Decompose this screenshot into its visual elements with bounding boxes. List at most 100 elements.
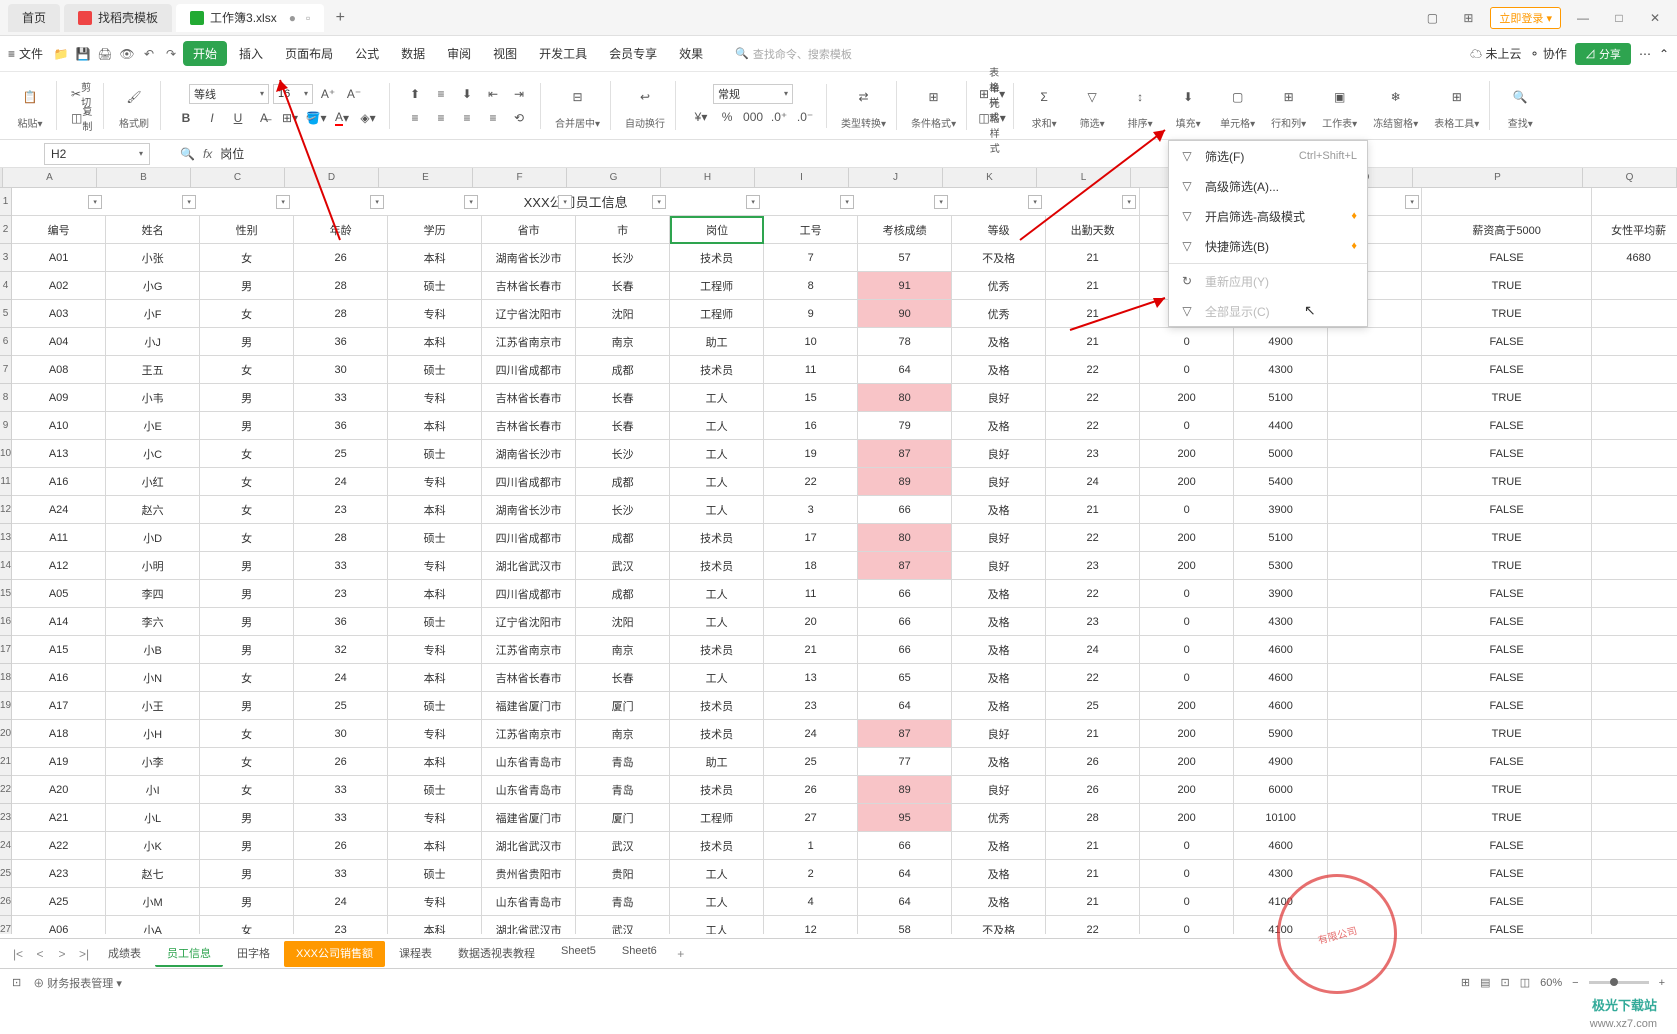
header-cell[interactable]: 编号	[12, 216, 106, 244]
data-cell[interactable]: 专科	[388, 468, 482, 496]
row-header[interactable]: 4	[0, 272, 12, 300]
data-cell[interactable]: 21	[1046, 888, 1140, 916]
indent-dec-icon[interactable]: ⇤	[482, 83, 504, 105]
data-cell[interactable]: 李六	[106, 608, 200, 636]
data-cell[interactable]: 4	[764, 888, 858, 916]
data-cell[interactable]	[1328, 384, 1422, 412]
data-cell[interactable]: 66	[858, 580, 952, 608]
data-cell[interactable]: TRUE	[1422, 804, 1592, 832]
header-cell[interactable]: 考核成绩	[858, 216, 952, 244]
data-cell[interactable]: 长沙	[576, 244, 670, 272]
zoom-slider[interactable]	[1589, 981, 1649, 984]
data-cell[interactable]	[1328, 720, 1422, 748]
data-cell[interactable]: 200	[1140, 552, 1234, 580]
data-cell[interactable]: 0	[1140, 916, 1234, 934]
col-header[interactable]: P	[1413, 168, 1583, 187]
data-cell[interactable]: 良好	[952, 468, 1046, 496]
data-cell[interactable]: 23	[764, 692, 858, 720]
data-cell[interactable]: 21	[1046, 328, 1140, 356]
font-color-icon[interactable]: A▾	[331, 107, 353, 129]
view-page-icon[interactable]: ▤	[1480, 976, 1490, 989]
align-right-icon[interactable]: ≡	[456, 107, 478, 129]
data-cell[interactable]: 王五	[106, 356, 200, 384]
data-cell[interactable]: 23	[294, 496, 388, 524]
data-cell[interactable]: FALSE	[1422, 580, 1592, 608]
view-read-icon[interactable]: ◫	[1520, 976, 1530, 989]
col-header[interactable]: H	[661, 168, 755, 187]
data-cell[interactable]: 山东省青岛市	[482, 776, 576, 804]
border-icon[interactable]: ⊞▾	[279, 107, 301, 129]
data-cell[interactable]: 及格	[952, 412, 1046, 440]
data-cell[interactable]: TRUE	[1422, 272, 1592, 300]
data-cell[interactable]: 23	[294, 580, 388, 608]
data-cell[interactable]: 11	[764, 356, 858, 384]
data-cell[interactable]: 0	[1140, 888, 1234, 916]
data-cell[interactable]: 工人	[670, 468, 764, 496]
condfmt-icon[interactable]: ⊞	[918, 81, 950, 113]
view-normal-icon[interactable]: ⊞	[1461, 976, 1470, 989]
data-cell[interactable]: 小E	[106, 412, 200, 440]
data-cell[interactable]: A24	[12, 496, 106, 524]
data-cell[interactable]: 4600	[1234, 664, 1328, 692]
data-cell[interactable]: 89	[858, 776, 952, 804]
data-cell[interactable]: 优秀	[952, 272, 1046, 300]
data-cell[interactable]: FALSE	[1422, 916, 1592, 934]
row-header[interactable]: 15	[0, 580, 12, 608]
data-cell[interactable]: 专科	[388, 552, 482, 580]
tab-home[interactable]: 首页	[8, 4, 60, 32]
menu-data[interactable]: 数据	[391, 41, 435, 66]
collapse-icon[interactable]: ⌃	[1659, 47, 1669, 61]
data-cell[interactable]: 技术员	[670, 692, 764, 720]
data-cell[interactable]: A08	[12, 356, 106, 384]
comma-icon[interactable]: 000	[742, 106, 764, 128]
data-cell[interactable]: 17	[764, 524, 858, 552]
data-cell[interactable]: 工人	[670, 664, 764, 692]
data-cell[interactable]: 21	[1046, 720, 1140, 748]
menu-formula[interactable]: 公式	[345, 41, 389, 66]
data-cell[interactable]	[1592, 272, 1677, 300]
row-header[interactable]: 6	[0, 328, 12, 356]
data-cell[interactable]: 小L	[106, 804, 200, 832]
data-cell[interactable]: 200	[1140, 692, 1234, 720]
data-cell[interactable]: 南京	[576, 720, 670, 748]
data-cell[interactable]: 9	[764, 300, 858, 328]
data-cell[interactable]	[1328, 692, 1422, 720]
command-search[interactable]: 🔍 查找命令、搜索模板	[735, 46, 852, 62]
data-cell[interactable]: 4900	[1234, 328, 1328, 356]
row-header[interactable]: 17	[0, 636, 12, 664]
data-cell[interactable]	[1328, 580, 1422, 608]
data-cell[interactable]: 21	[1046, 244, 1140, 272]
filter-button[interactable]: ▾	[276, 195, 290, 209]
align-center-icon[interactable]: ≡	[430, 107, 452, 129]
data-cell[interactable]	[1328, 356, 1422, 384]
data-cell[interactable]: 女	[200, 524, 294, 552]
fx-icon[interactable]: fx	[203, 147, 212, 161]
data-cell[interactable]: 24	[294, 468, 388, 496]
data-cell[interactable]: A13	[12, 440, 106, 468]
cell[interactable]	[1422, 188, 1592, 216]
data-cell[interactable]: 80	[858, 524, 952, 552]
data-cell[interactable]: 4600	[1234, 692, 1328, 720]
data-cell[interactable]: 58	[858, 916, 952, 934]
data-cell[interactable]: 吉林省长春市	[482, 272, 576, 300]
header-cell[interactable]: 学历	[388, 216, 482, 244]
data-cell[interactable]: 女	[200, 664, 294, 692]
data-cell[interactable]: 赵六	[106, 496, 200, 524]
filter-button[interactable]: ▾	[934, 195, 948, 209]
data-cell[interactable]: 33	[294, 860, 388, 888]
header-cell[interactable]: 女性平均薪	[1592, 216, 1677, 244]
data-cell[interactable]: 7	[764, 244, 858, 272]
data-cell[interactable]: 23	[1046, 440, 1140, 468]
data-cell[interactable]: FALSE	[1422, 692, 1592, 720]
data-cell[interactable]: 四川省成都市	[482, 524, 576, 552]
data-cell[interactable]: 87	[858, 720, 952, 748]
filter-button[interactable]: ▾	[1028, 195, 1042, 209]
data-cell[interactable]: 15	[764, 384, 858, 412]
data-cell[interactable]: 4400	[1234, 412, 1328, 440]
data-cell[interactable]: 22	[1046, 916, 1140, 934]
sheet-tab[interactable]: Sheet6	[610, 941, 669, 967]
data-cell[interactable]: 小红	[106, 468, 200, 496]
row-header[interactable]: 7	[0, 356, 12, 384]
filter-button[interactable]: ▾	[1405, 195, 1419, 209]
tab-template[interactable]: 找稻壳模板	[64, 4, 172, 32]
